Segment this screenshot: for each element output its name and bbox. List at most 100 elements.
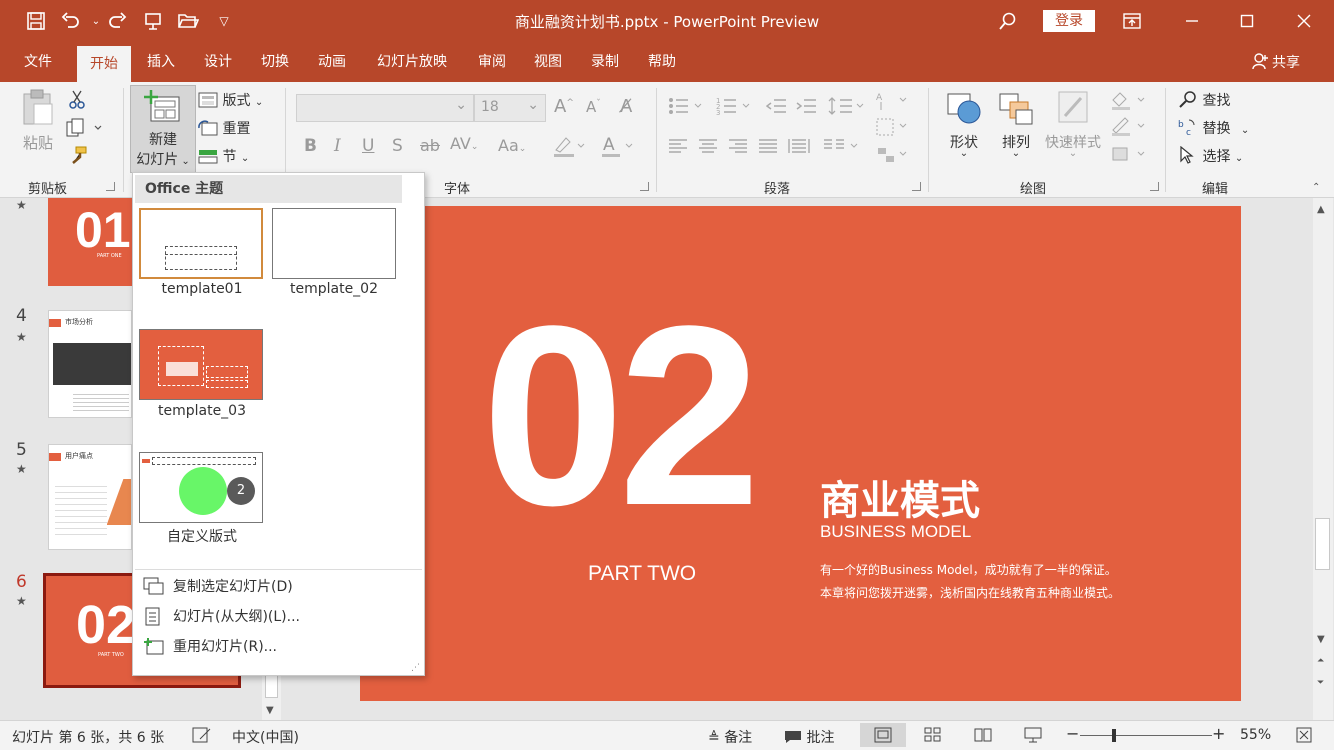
copy-icon[interactable] (66, 118, 104, 142)
drawing-launcher-icon[interactable] (1150, 182, 1159, 191)
slide-thumbnail[interactable]: 01 PART ONE (48, 198, 132, 286)
slideshow-icon[interactable] (1024, 727, 1042, 747)
align-text-icon[interactable] (876, 116, 910, 142)
current-slide[interactable]: 02 PART TWO 商业模式 BUSINESS MODEL 有一个好的Bus… (360, 206, 1241, 701)
part-label[interactable]: PART TWO (588, 562, 696, 586)
accessibility-icon[interactable] (192, 727, 212, 747)
scroll-up-icon[interactable]: ▲ (1317, 204, 1325, 215)
increase-indent-icon[interactable] (796, 96, 818, 120)
zoom-slider-thumb[interactable] (1112, 729, 1116, 742)
tab-home[interactable]: 开始 (77, 46, 131, 82)
smartart-icon[interactable] (876, 144, 910, 170)
reuse-slides-item[interactable]: 重用幻灯片(R)... (139, 633, 419, 661)
layout-option-template02[interactable] (272, 208, 396, 279)
replace-button[interactable]: bc 替换 ⌄ (1178, 118, 1249, 140)
tab-view[interactable]: 视图 (523, 42, 573, 82)
align-right-icon[interactable] (728, 138, 748, 158)
present-icon[interactable] (141, 9, 165, 33)
layout-button[interactable]: 版式 ⌄ (198, 90, 263, 112)
tab-record[interactable]: 录制 (580, 42, 630, 82)
slides-from-outline-item[interactable]: 幻灯片(从大纲)(L)... (139, 603, 419, 631)
format-painter-icon[interactable] (68, 146, 88, 170)
previous-slide-icon[interactable]: ⏶ (1317, 656, 1324, 666)
description-line-2[interactable]: 本章将问您拨开迷雾，浅析国内在线教育五种商业模式。 (820, 584, 1120, 601)
paragraph-launcher-icon[interactable] (912, 182, 921, 191)
shrink-font-icon[interactable]: Aˇ (586, 98, 601, 116)
tab-animations[interactable]: 动画 (307, 42, 357, 82)
arrange-button[interactable]: 排列 ⌄ (994, 88, 1038, 159)
tab-help[interactable]: 帮助 (637, 42, 687, 82)
fit-to-window-icon[interactable] (1296, 727, 1312, 747)
numbering-icon[interactable]: 123 (716, 96, 754, 120)
slide-thumbnail[interactable]: 用户痛点 (48, 444, 132, 550)
zoom-slider[interactable] (1080, 729, 1212, 742)
scroll-down-icon[interactable]: ▼ (1317, 634, 1325, 645)
highlight-icon[interactable] (552, 134, 588, 162)
italic-icon[interactable]: I (334, 136, 341, 156)
shape-outline-icon[interactable] (1110, 116, 1150, 140)
text-direction-icon[interactable]: A (876, 90, 910, 116)
justify-icon[interactable] (758, 138, 778, 158)
reading-view-icon[interactable] (974, 727, 992, 747)
section-subtitle[interactable]: BUSINESS MODEL (820, 522, 971, 542)
layout-option-template03[interactable] (139, 329, 263, 400)
font-size-combobox[interactable]: 18 ⌄ (474, 94, 546, 122)
duplicate-slides-item[interactable]: 复制选定幻灯片(D) (139, 573, 419, 601)
undo-dropdown-icon[interactable]: ⌄ (84, 9, 108, 33)
shapes-button[interactable]: 形状 ⌄ (942, 88, 986, 159)
undo-icon[interactable] (58, 9, 82, 33)
paste-button[interactable]: 粘贴 (20, 88, 56, 164)
section-number[interactable]: 02 (482, 288, 761, 544)
tab-file[interactable]: 文件 (12, 42, 64, 82)
select-button[interactable]: 选择 ⌄ (1178, 145, 1243, 168)
normal-view-button[interactable] (860, 723, 906, 747)
signin-button[interactable]: 登录 (1043, 10, 1095, 32)
tab-review[interactable]: 审阅 (467, 42, 517, 82)
scroll-down-icon[interactable]: ▼ (266, 705, 274, 716)
section-title[interactable]: 商业模式 (820, 468, 980, 526)
comments-button[interactable]: 批注 (784, 727, 834, 748)
char-spacing-icon[interactable]: AV⌄ (450, 134, 478, 153)
quick-styles-button[interactable]: 快速样式 ⌄ (1042, 88, 1104, 159)
tab-slideshow[interactable]: 幻灯片放映 (366, 42, 458, 82)
bold-icon[interactable]: B (304, 136, 317, 156)
reset-button[interactable]: 重置 (198, 118, 250, 140)
clear-format-icon[interactable]: A̸ (620, 96, 632, 117)
change-case-icon[interactable]: Aa⌄ (498, 136, 526, 155)
cut-icon[interactable] (68, 90, 86, 114)
slide-thumbnail[interactable]: 市场分析 (48, 310, 132, 418)
font-launcher-icon[interactable] (640, 182, 649, 191)
tab-transitions[interactable]: 切换 (250, 42, 300, 82)
slide-scrollbar[interactable]: ▲ ▼ ⏶ ⏷ (1313, 198, 1333, 720)
scroll-thumb[interactable] (1315, 518, 1330, 570)
font-color-icon[interactable]: A (600, 134, 636, 162)
section-button[interactable]: 节 ⌄ (198, 146, 249, 168)
columns-icon[interactable] (822, 136, 862, 160)
collapse-ribbon-icon[interactable]: ⌃ (1312, 182, 1320, 193)
notes-button[interactable]: ≜ 备注 (708, 727, 752, 747)
strikethrough-icon[interactable]: ab (420, 136, 440, 155)
open-icon[interactable] (176, 9, 200, 33)
close-icon[interactable] (1292, 9, 1316, 33)
ribbon-display-icon[interactable] (1120, 9, 1144, 33)
align-center-icon[interactable] (698, 138, 718, 158)
zoom-out-icon[interactable]: − (1066, 724, 1079, 743)
font-name-combobox[interactable]: ⌄ (296, 94, 474, 122)
line-spacing-icon[interactable] (828, 96, 866, 120)
next-slide-icon[interactable]: ⏷ (1317, 678, 1324, 688)
zoom-level[interactable]: 55% (1240, 727, 1271, 743)
search-icon[interactable] (996, 9, 1020, 33)
slide-sorter-icon[interactable] (924, 727, 942, 747)
clipboard-launcher-icon[interactable] (106, 182, 115, 191)
zoom-in-icon[interactable]: + (1212, 724, 1225, 743)
shadow-icon[interactable]: S (392, 136, 403, 156)
resize-grip-icon[interactable]: ⋰ (411, 663, 420, 673)
tab-insert[interactable]: 插入 (136, 42, 186, 82)
shape-fill-icon[interactable] (1110, 90, 1150, 114)
customize-icon[interactable]: ▽ (212, 9, 236, 33)
align-left-icon[interactable] (668, 138, 688, 158)
find-button[interactable]: 查找 (1178, 90, 1230, 112)
description-line-1[interactable]: 有一个好的Business Model，成功就有了一半的保证。 (820, 561, 1117, 578)
grow-font-icon[interactable]: A^ (554, 96, 574, 117)
layout-option-custom[interactable]: 2 (139, 452, 263, 523)
